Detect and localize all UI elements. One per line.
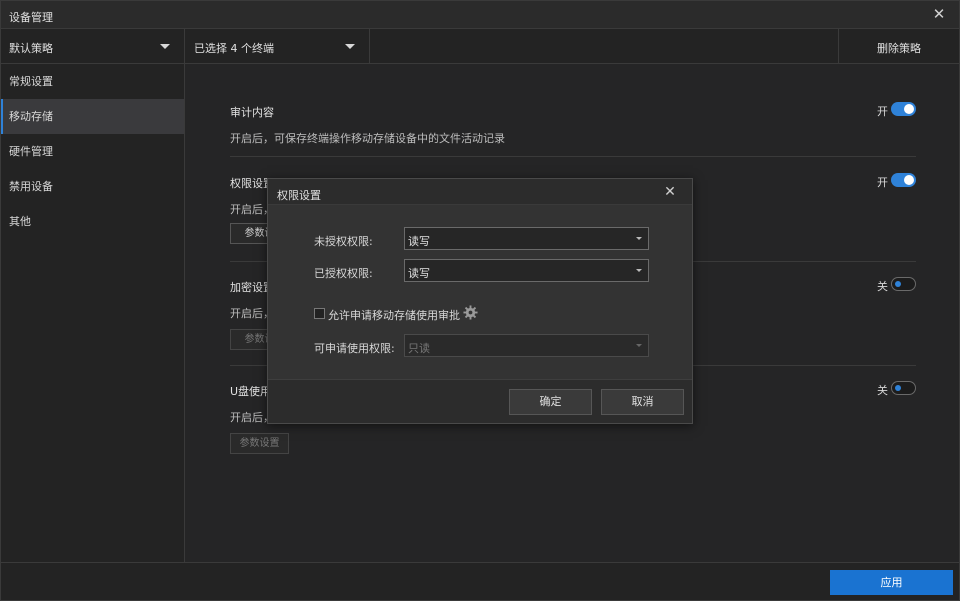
divider	[230, 156, 916, 157]
dialog-footer: 确定 取消	[268, 379, 692, 423]
dialog-body: 未授权权限: 读写 已授权权限: 读写 允许申请移动存储使用审批 可申请使用权限…	[268, 205, 692, 379]
usb-params-button[interactable]: 参数设置	[230, 433, 289, 454]
toggle-state-label: 关	[877, 280, 888, 293]
chevron-down-icon	[636, 269, 642, 272]
apply-button[interactable]: 应用	[830, 570, 953, 595]
title-bar: 设备管理 ✕	[1, 1, 959, 29]
sidebar-item-general[interactable]: 常规设置	[1, 64, 184, 99]
chevron-down-icon	[345, 44, 355, 49]
section-title: U盘使用	[230, 385, 272, 398]
chevron-down-icon	[636, 237, 642, 240]
sidebar: 常规设置 移动存储 硬件管理 禁用设备 其他	[1, 64, 185, 562]
terminal-dropdown[interactable]: 已选择 4 个终端	[186, 29, 370, 63]
toolbar: 默认策略 已选择 4 个终端 删除策略	[1, 29, 959, 64]
authorized-permission-select[interactable]: 读写	[404, 259, 649, 282]
toggle-state-label: 关	[877, 384, 888, 397]
policy-dropdown-label: 默认策略	[9, 42, 53, 55]
authorized-permission-label: 已授权权限:	[314, 267, 373, 280]
delete-policy-label: 删除策略	[877, 42, 921, 55]
toggle-state-label: 开	[877, 176, 888, 189]
permission-toggle[interactable]	[891, 173, 916, 187]
allow-approval-checkbox[interactable]	[314, 308, 325, 319]
section-description: 开启后，可保存终端操作移动存储设备中的文件活动记录	[230, 132, 505, 145]
close-icon[interactable]: ✕	[662, 184, 678, 200]
apply-permission-label: 可申请使用权限:	[314, 342, 395, 355]
chevron-down-icon	[636, 344, 642, 347]
unauthorized-permission-label: 未授权权限:	[314, 235, 373, 248]
audit-toggle[interactable]	[891, 102, 916, 116]
apply-permission-select[interactable]: 只读	[404, 334, 649, 357]
close-icon[interactable]: ✕	[931, 6, 947, 22]
select-value: 只读	[408, 342, 430, 355]
allow-approval-label[interactable]: 允许申请移动存储使用审批	[328, 307, 460, 323]
footer: 应用	[1, 562, 959, 600]
cancel-button[interactable]: 取消	[601, 389, 684, 415]
select-value: 读写	[408, 235, 430, 248]
usb-toggle[interactable]	[891, 381, 916, 395]
dialog-title: 权限设置	[277, 189, 321, 202]
select-value: 读写	[408, 267, 430, 280]
gear-icon[interactable]	[463, 305, 478, 320]
confirm-button[interactable]: 确定	[509, 389, 592, 415]
encryption-toggle[interactable]	[891, 277, 916, 291]
section-title: 审计内容	[230, 106, 274, 119]
permission-settings-dialog: 权限设置 ✕ 未授权权限: 读写 已授权权限: 读写 允许申请移动存储使用审批	[267, 178, 693, 424]
terminal-dropdown-label: 已选择 4 个终端	[194, 42, 274, 55]
delete-policy-button[interactable]: 删除策略	[838, 29, 959, 63]
chevron-down-icon	[160, 44, 170, 49]
window-title: 设备管理	[9, 11, 53, 24]
unauthorized-permission-select[interactable]: 读写	[404, 227, 649, 250]
device-management-window: 设备管理 ✕ 默认策略 已选择 4 个终端 删除策略 常规设置 移动存储 硬件管…	[0, 0, 960, 601]
sidebar-item-removable-storage[interactable]: 移动存储	[1, 99, 184, 134]
sidebar-item-hardware[interactable]: 硬件管理	[1, 134, 184, 169]
sidebar-item-disabled-devices[interactable]: 禁用设备	[1, 169, 184, 204]
policy-dropdown[interactable]: 默认策略	[1, 29, 185, 63]
sidebar-item-other[interactable]: 其他	[1, 204, 184, 239]
toggle-state-label: 开	[877, 105, 888, 118]
